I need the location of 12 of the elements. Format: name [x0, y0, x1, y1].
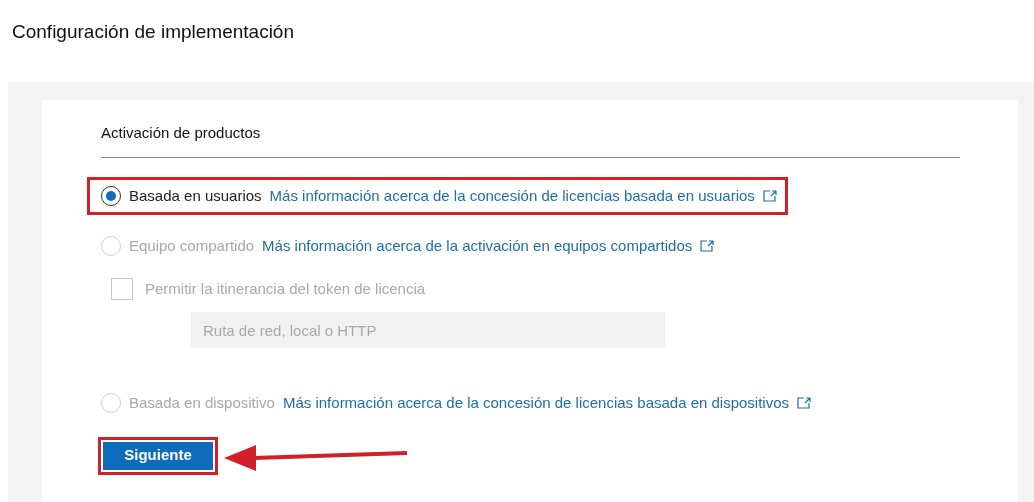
option-label: Basada en dispositivo — [129, 393, 275, 413]
option-label: Equipo compartido — [129, 236, 255, 256]
radio-button[interactable] — [101, 185, 121, 206]
external-link-icon — [762, 189, 777, 202]
page-title: Configuración de implementación — [11, 20, 295, 44]
checkbox-label: Permitir la itinerancia del token de licencia — [145, 278, 426, 299]
external-link-icon — [797, 397, 812, 410]
option-label: Basada en usuarios — [129, 185, 262, 206]
info-link[interactable]: Más información acerca de la concesión de licencias basada en usuarios — [269, 184, 755, 207]
section-heading: Activación de productos — [101, 122, 960, 158]
external-link-icon — [700, 240, 715, 253]
next-button[interactable]: Siguiente — [103, 441, 213, 470]
